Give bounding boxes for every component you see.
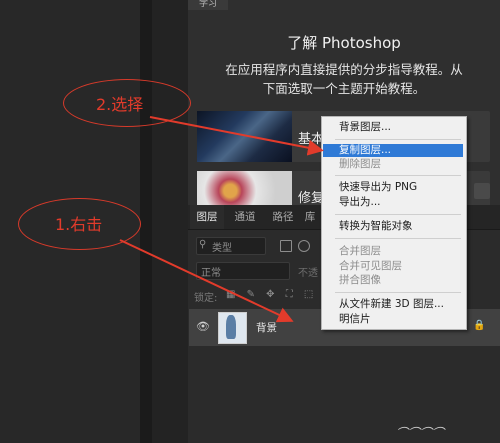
arrow-to-duplicate-layer bbox=[149, 116, 324, 156]
arrow-to-background-layer bbox=[119, 239, 294, 323]
annotation-arrows bbox=[119, 116, 324, 323]
watermark: ⌒⌒⌒⌒ bbox=[396, 426, 445, 440]
